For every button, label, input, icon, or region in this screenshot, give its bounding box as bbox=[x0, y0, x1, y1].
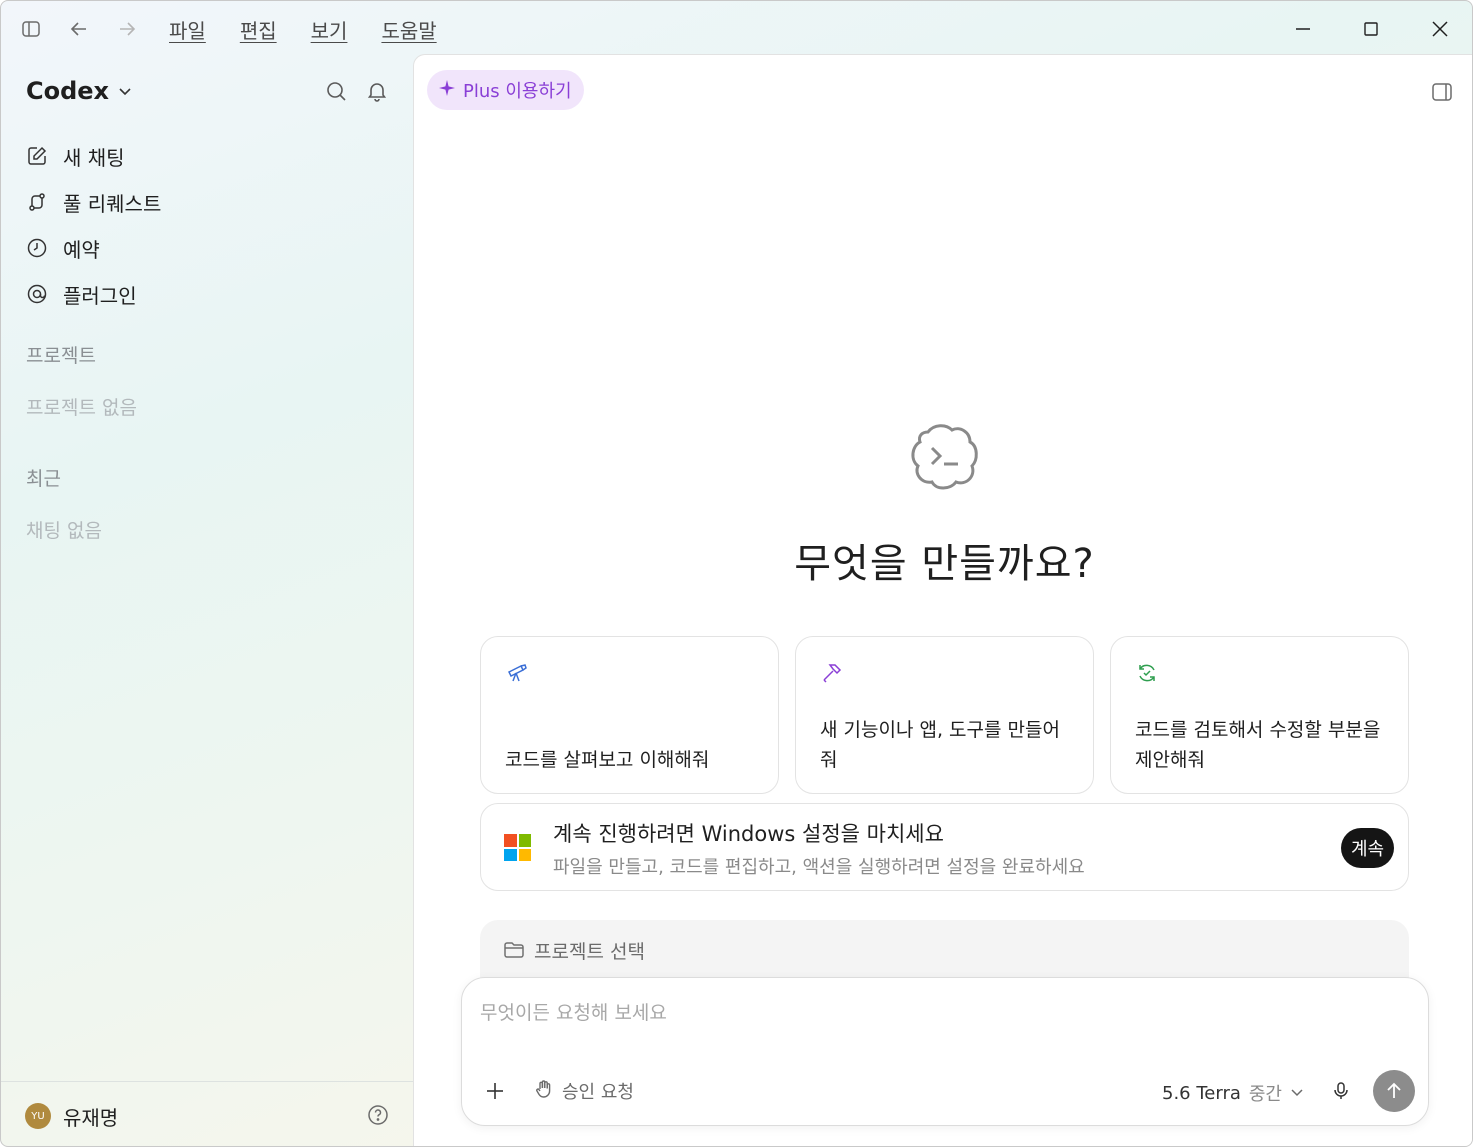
pull-request-icon bbox=[25, 190, 49, 214]
projects-section-title: 프로젝트 bbox=[26, 345, 96, 367]
sidebar-toggle-icon[interactable] bbox=[17, 15, 45, 43]
menu-edit[interactable]: 편집 bbox=[240, 15, 277, 44]
sidebar-item-schedule[interactable]: 예약 bbox=[25, 225, 385, 271]
plugin-icon bbox=[25, 282, 49, 306]
menu-help[interactable]: 도움말 bbox=[381, 15, 436, 44]
suggestion-card-text: 코드를 살펴보고 이해해줘 bbox=[505, 749, 710, 771]
suggestion-card-explore[interactable]: 코드를 살펴보고 이해해줘 bbox=[480, 636, 779, 794]
hammer-icon bbox=[820, 661, 844, 685]
setup-title: 계속 진행하려면 Windows 설정을 마치세요 bbox=[553, 822, 944, 846]
recent-section-title: 최근 bbox=[26, 468, 61, 490]
hero-title: 무엇을 만들까요? bbox=[794, 541, 1095, 587]
reasoning-effort: 중간 bbox=[1248, 1084, 1282, 1105]
sparkle-icon bbox=[439, 79, 455, 101]
telescope-icon bbox=[505, 661, 529, 685]
prompt-input[interactable] bbox=[480, 1002, 1380, 1024]
sidebar-item-label: 플러그인 bbox=[63, 283, 137, 308]
side-panel-toggle-icon[interactable] bbox=[1430, 80, 1454, 104]
windows-setup-banner: 계속 진행하려면 Windows 설정을 마치세요 파일을 만들고, 코드를 편… bbox=[480, 803, 1409, 891]
sidebar-item-new-chat[interactable]: 새 채팅 bbox=[25, 133, 385, 179]
bell-icon[interactable] bbox=[363, 77, 391, 105]
avatar[interactable]: YU bbox=[25, 1103, 51, 1129]
recent-empty-text: 채팅 없음 bbox=[26, 520, 102, 542]
composer: 승인 요청 5.6 Terra 중간 bbox=[461, 977, 1429, 1126]
app-window: 파일 편집 보기 도움말 Codex 새 채팅 풀 리퀘스트 예약 플러그인 프… bbox=[0, 0, 1473, 1147]
menu-file[interactable]: 파일 bbox=[169, 15, 206, 44]
hand-icon bbox=[534, 1079, 554, 1104]
help-icon[interactable] bbox=[365, 1102, 391, 1128]
sidebar-item-plugins[interactable]: 플러그인 bbox=[25, 271, 385, 317]
workspace-switcher[interactable]: Codex bbox=[26, 77, 133, 105]
menu-bar: 파일 편집 보기 도움말 bbox=[169, 15, 437, 44]
close-button[interactable] bbox=[1420, 13, 1460, 45]
suggestion-card-text: 새 기능이나 앱, 도구를 만들어 줘 bbox=[820, 719, 1060, 771]
approval-mode-label: 승인 요청 bbox=[562, 1082, 634, 1103]
sidebar: Codex 새 채팅 풀 리퀘스트 예약 플러그인 프로젝트 프로젝트 없음 최… bbox=[1, 55, 413, 1146]
sidebar-footer: YU 유재명 bbox=[1, 1081, 413, 1146]
title-bar: 파일 편집 보기 도움말 bbox=[1, 1, 1472, 55]
edit-icon bbox=[25, 144, 49, 168]
search-icon[interactable] bbox=[322, 77, 350, 105]
suggestion-card-text: 코드를 검토해서 수정할 부분을 제안해줘 bbox=[1135, 719, 1381, 771]
projects-empty-text: 프로젝트 없음 bbox=[26, 397, 137, 419]
user-name[interactable]: 유재명 bbox=[63, 1102, 118, 1131]
suggestion-card-build[interactable]: 새 기능이나 앱, 도구를 만들어 줘 bbox=[795, 636, 1094, 794]
upgrade-plus-label: Plus 이용하기 bbox=[463, 81, 572, 102]
chevron-down-icon bbox=[117, 77, 133, 105]
sidebar-nav: 새 채팅 풀 리퀘스트 예약 플러그인 bbox=[25, 133, 385, 317]
model-selector[interactable]: 5.6 Terra 중간 bbox=[1162, 1080, 1304, 1106]
folder-icon bbox=[502, 938, 526, 962]
approval-mode-button[interactable]: 승인 요청 bbox=[534, 1078, 634, 1104]
send-button[interactable] bbox=[1373, 1070, 1415, 1112]
microphone-icon[interactable] bbox=[1328, 1078, 1354, 1104]
project-select-label: 프로젝트 선택 bbox=[534, 941, 645, 963]
clock-icon bbox=[25, 236, 49, 260]
minimize-button[interactable] bbox=[1283, 13, 1323, 45]
menu-view[interactable]: 보기 bbox=[311, 15, 348, 44]
model-name: 5.6 Terra bbox=[1162, 1082, 1241, 1104]
forward-arrow-icon[interactable] bbox=[113, 15, 141, 43]
sidebar-item-pull-requests[interactable]: 풀 리퀘스트 bbox=[25, 179, 385, 225]
setup-subtitle: 파일을 만들고, 코드를 편집하고, 액션을 실행하려면 설정을 완료하세요 bbox=[553, 857, 1085, 878]
review-icon bbox=[1135, 661, 1159, 685]
sidebar-item-label: 풀 리퀘스트 bbox=[63, 191, 162, 216]
back-arrow-icon[interactable] bbox=[65, 15, 93, 43]
sidebar-item-label: 새 채팅 bbox=[63, 145, 125, 170]
suggestion-card-review[interactable]: 코드를 검토해서 수정할 부분을 제안해줘 bbox=[1110, 636, 1409, 794]
add-attachment-button[interactable] bbox=[482, 1078, 508, 1104]
codex-logo-icon bbox=[906, 418, 982, 494]
maximize-button[interactable] bbox=[1351, 13, 1391, 45]
main-panel: Plus 이용하기 무엇을 만들까요? 코드를 살펴보고 이해해줘 새 기능이나… bbox=[413, 54, 1472, 1146]
sidebar-item-label: 예약 bbox=[63, 237, 100, 262]
continue-button[interactable]: 계속 bbox=[1341, 828, 1395, 868]
upgrade-plus-button[interactable]: Plus 이용하기 bbox=[427, 70, 584, 110]
chevron-down-icon bbox=[1290, 1083, 1304, 1104]
windows-logo-icon bbox=[504, 834, 531, 861]
brand-name: Codex bbox=[26, 77, 110, 105]
suggestion-cards: 코드를 살펴보고 이해해줘 새 기능이나 앱, 도구를 만들어 줘 코드를 검토… bbox=[480, 636, 1409, 794]
